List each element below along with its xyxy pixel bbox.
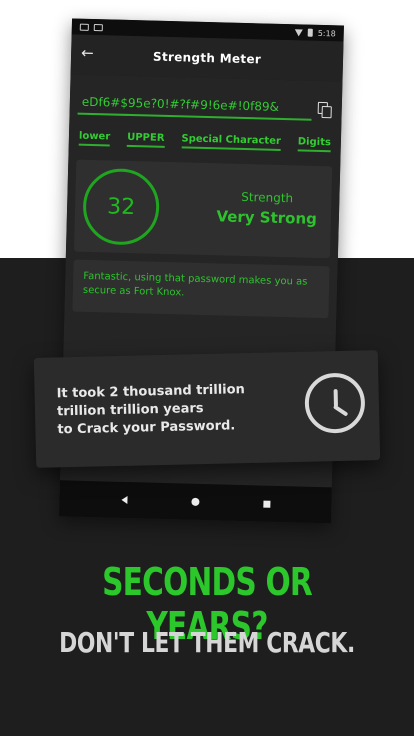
back-arrow-icon[interactable]: ← bbox=[81, 44, 94, 62]
strength-block: Strength Very Strong bbox=[216, 189, 317, 228]
score-ring: 32 bbox=[82, 167, 161, 246]
mail-icon bbox=[79, 23, 89, 31]
battery-icon bbox=[307, 28, 313, 37]
crack-time-line-3: to Crack your Password. bbox=[57, 418, 236, 438]
chip-digits[interactable]: Digits bbox=[297, 136, 332, 153]
character-type-chips: lower UPPER Special Character Digits bbox=[77, 130, 333, 153]
nav-back-icon[interactable] bbox=[120, 495, 128, 505]
strength-label: Strength bbox=[241, 189, 294, 206]
score-value: 32 bbox=[106, 193, 136, 220]
page-title: Strength Meter bbox=[152, 49, 262, 67]
status-time: 5:18 bbox=[317, 28, 336, 38]
app-bar: ← Strength Meter bbox=[70, 34, 344, 82]
crack-time-text: It took 2 thousand trillion trillion tri… bbox=[56, 380, 287, 439]
crack-time-card: It took 2 thousand trillion trillion tri… bbox=[33, 350, 381, 468]
notification-icon bbox=[93, 23, 103, 31]
message-card: Fantastic, using that password makes you… bbox=[72, 259, 330, 319]
promo-subhead: DON'T LET THEM CRACK. bbox=[59, 626, 355, 659]
message-text: Fantastic, using that password makes you… bbox=[82, 270, 308, 299]
chip-lower[interactable]: lower bbox=[78, 130, 111, 147]
password-row: eDf6#$95e?0!#?f#9!6e#!0f89& bbox=[77, 94, 334, 122]
nav-home-icon[interactable] bbox=[190, 497, 200, 506]
chip-special-character[interactable]: Special Character bbox=[181, 133, 282, 151]
strength-card: 32 Strength Very Strong bbox=[73, 159, 333, 259]
navigation-bar bbox=[59, 480, 332, 524]
strength-value: Very Strong bbox=[216, 207, 318, 228]
clock-icon bbox=[304, 372, 366, 434]
nav-recents-icon[interactable] bbox=[262, 500, 271, 508]
password-input[interactable]: eDf6#$95e?0!#?f#9!6e#!0f89& bbox=[77, 94, 312, 121]
chip-upper[interactable]: UPPER bbox=[126, 131, 165, 148]
wifi-icon bbox=[294, 28, 303, 36]
copy-icon[interactable] bbox=[317, 101, 333, 120]
